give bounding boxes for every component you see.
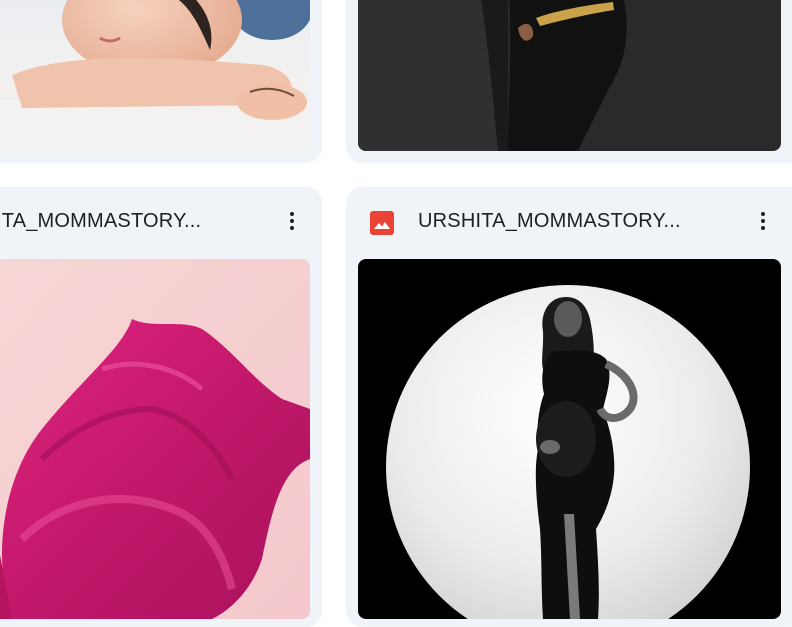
file-name[interactable]: URSHITA_MOMMASTORY... (418, 210, 681, 233)
file-card-top-right[interactable] (346, 0, 792, 163)
file-card-header[interactable]: ITA_MOMMASTORY... (0, 187, 322, 259)
more-vert-icon (761, 212, 765, 230)
bw-maternity-photo (358, 259, 781, 619)
more-vert-icon (290, 212, 294, 230)
file-thumbnail[interactable] (0, 259, 310, 619)
baby-photo (0, 0, 310, 151)
magenta-fabric-photo (0, 259, 310, 619)
file-card-bottom-left[interactable]: ITA_MOMMASTORY... (0, 187, 322, 627)
file-thumbnail[interactable] (358, 0, 781, 151)
maternity-dress-photo (358, 0, 781, 151)
file-thumbnail[interactable] (358, 259, 781, 619)
file-card-top-left[interactable] (0, 0, 322, 163)
file-thumbnail[interactable] (0, 0, 310, 151)
more-options-button[interactable] (274, 203, 310, 239)
file-card-bottom-right[interactable]: URSHITA_MOMMASTORY... (346, 187, 792, 627)
file-card-header[interactable]: URSHITA_MOMMASTORY... (346, 187, 792, 259)
image-file-icon (370, 211, 394, 235)
file-name[interactable]: ITA_MOMMASTORY... (0, 210, 201, 233)
more-options-button[interactable] (745, 203, 781, 239)
